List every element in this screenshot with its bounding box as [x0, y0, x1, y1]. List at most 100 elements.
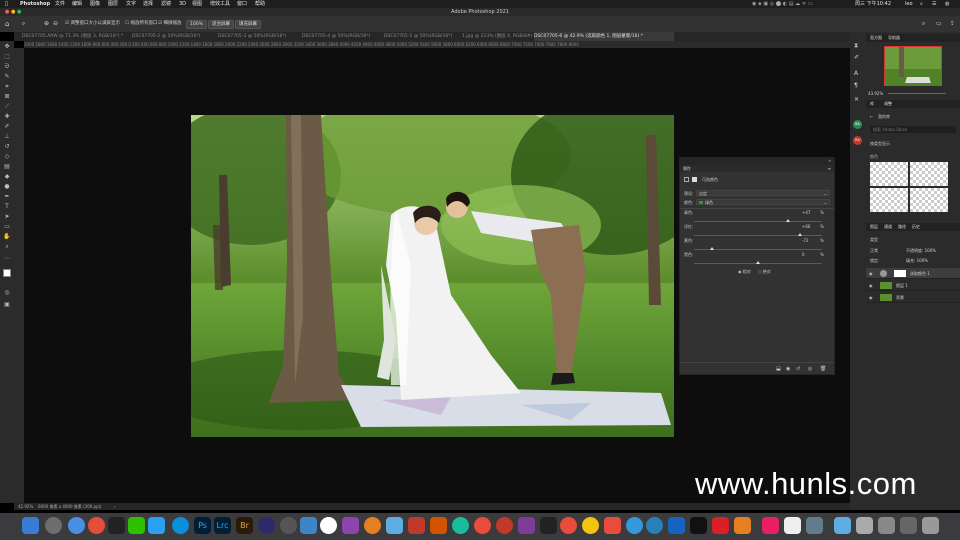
tab-layers[interactable]: 图层: [870, 223, 878, 231]
marquee-tool-icon[interactable]: ⬚: [3, 53, 11, 61]
menu-plugins[interactable]: 增效工具: [210, 0, 230, 8]
bridge-icon[interactable]: Br: [236, 517, 253, 534]
chevron-right-icon[interactable]: ›: [114, 503, 116, 510]
tab-histogram[interactable]: 直方图: [870, 34, 882, 42]
menu-3d[interactable]: 3D: [179, 0, 186, 8]
status-zoom[interactable]: 42.92%: [18, 503, 33, 510]
tab-adjustments[interactable]: 调整: [884, 100, 892, 108]
cyan-slider[interactable]: [694, 219, 822, 222]
delete-icon[interactable]: 🗑: [820, 363, 826, 375]
app-icon-17[interactable]: [690, 517, 707, 534]
scrubby-zoom-checkbox[interactable]: ☑ 细微缩放: [158, 16, 181, 32]
eyedropper-tool-icon[interactable]: ⟋: [3, 103, 11, 111]
zoom-100-button[interactable]: 100%: [186, 20, 207, 29]
fill-field[interactable]: 填充: 100%: [906, 258, 928, 264]
magenta-value[interactable]: +66: [802, 224, 810, 229]
trash-icon[interactable]: [922, 517, 939, 534]
spotlight-icon[interactable]: ⌕: [920, 0, 923, 8]
navigator-thumbnail[interactable]: [884, 46, 942, 86]
davinci-icon[interactable]: [280, 517, 297, 534]
frame-tool-icon[interactable]: ⊠: [3, 93, 11, 101]
user-name[interactable]: leo: [905, 0, 913, 8]
stamp-tool-icon[interactable]: ⊥: [3, 133, 11, 141]
app-icon-9[interactable]: [496, 517, 513, 534]
photoshop-icon[interactable]: Ps: [194, 517, 211, 534]
panel-menu-icon[interactable]: ≡: [828, 165, 831, 172]
type-tool-icon[interactable]: T: [3, 203, 11, 211]
finder-icon[interactable]: [22, 517, 39, 534]
app-icon-14[interactable]: [626, 517, 643, 534]
layer-name[interactable]: 图层 1: [896, 280, 908, 291]
zoom-tool-side-icon[interactable]: ⌕: [3, 243, 11, 251]
reset-icon[interactable]: ↺: [796, 363, 800, 375]
browser-icon[interactable]: [172, 517, 189, 534]
quick-mask-icon[interactable]: ◎: [3, 289, 11, 297]
status-doc-info[interactable]: 6000 像素 x 4000 像素 (300 ppi): [38, 503, 101, 510]
app-icon-6[interactable]: [430, 517, 447, 534]
tab-doc-active[interactable]: DSC07705-6 @ 42.9% (选取颜色 1, 图层蒙版/16) *: [534, 32, 674, 41]
zoom-in-icon[interactable]: ⊕: [44, 16, 49, 32]
navigator-zoom[interactable]: 43.92%: [868, 91, 883, 96]
app-icon-11[interactable]: [540, 517, 557, 534]
tools-panel-icon[interactable]: ✕: [854, 96, 859, 103]
app-icon-2[interactable]: [320, 517, 337, 534]
share-icon[interactable]: ⇪: [950, 16, 955, 32]
black-slider-knob[interactable]: [756, 261, 760, 264]
character-panel-icon[interactable]: A: [854, 70, 858, 77]
menu-image[interactable]: 图像: [90, 0, 100, 8]
eraser-tool-icon[interactable]: ◇: [3, 153, 11, 161]
history-panel-icon[interactable]: ⧗: [854, 42, 858, 50]
colors-select[interactable]: 绿色 ⌄: [696, 199, 830, 205]
yellow-slider[interactable]: [694, 247, 822, 250]
app-icon-19[interactable]: [762, 517, 779, 534]
zoom-window-icon[interactable]: ●: [17, 8, 21, 16]
stack-icon-3[interactable]: [900, 517, 917, 534]
menu-help[interactable]: 帮助: [255, 0, 265, 8]
onepassword-icon[interactable]: [258, 517, 275, 534]
qq-icon[interactable]: [108, 517, 125, 534]
plugin-ra-icon[interactable]: RA: [853, 136, 862, 145]
blend-mode-select[interactable]: 正常: [870, 248, 878, 254]
hand-tool-icon[interactable]: ✋: [3, 233, 11, 241]
preview-icon[interactable]: [784, 517, 801, 534]
tab-libraries[interactable]: 库: [870, 100, 874, 108]
app-icon-10[interactable]: [518, 517, 535, 534]
app-icon-20[interactable]: [806, 517, 823, 534]
app-icon-8[interactable]: [474, 517, 491, 534]
app-icon-3[interactable]: [342, 517, 359, 534]
paragraph-panel-icon[interactable]: ¶: [854, 82, 858, 89]
more-tools-icon[interactable]: ⋯: [3, 255, 11, 263]
cyan-slider-knob[interactable]: [786, 219, 791, 222]
siri-icon[interactable]: ◍: [945, 0, 949, 8]
view-previous-icon[interactable]: ◉: [786, 363, 790, 375]
yellow-slider-knob[interactable]: [709, 247, 714, 250]
tab-channels[interactable]: 通道: [884, 223, 892, 231]
brush-panel-icon[interactable]: ✐: [854, 54, 859, 61]
lasso-tool-icon[interactable]: ᘐ: [3, 63, 11, 71]
menu-select[interactable]: 选择: [143, 0, 153, 8]
search-icon[interactable]: ⌕: [922, 16, 925, 32]
stack-icon-1[interactable]: [856, 517, 873, 534]
final-cut-icon[interactable]: [408, 517, 425, 534]
workspace-icon[interactable]: ▭: [936, 16, 942, 32]
path-select-tool-icon[interactable]: ➤: [3, 213, 11, 221]
brush-tool-icon[interactable]: ✐: [3, 123, 11, 131]
app-icon-15[interactable]: [646, 517, 663, 534]
library-item[interactable]: [910, 162, 948, 186]
close-window-icon[interactable]: ●: [5, 8, 9, 16]
menu-view[interactable]: 视图: [192, 0, 202, 8]
tab-doc-5[interactable]: DSC07705-5 @ 50%(RGB/16*): [384, 32, 460, 41]
back-arrow-icon[interactable]: ←: [870, 114, 873, 119]
menu-filter[interactable]: 滤镜: [161, 0, 171, 8]
screen-mode-icon[interactable]: ▣: [3, 301, 11, 309]
launchpad-icon[interactable]: [45, 517, 62, 534]
downloads-folder-icon[interactable]: [834, 517, 851, 534]
creative-cloud-icon[interactable]: [712, 517, 729, 534]
tab-doc-2[interactable]: DSC07705-2 @ 50%(RGB/16*): [132, 32, 216, 41]
library-item[interactable]: [870, 188, 908, 212]
eye-icon[interactable]: ◉: [869, 292, 873, 303]
eye-icon[interactable]: ◉: [869, 268, 873, 279]
magenta-slider-knob[interactable]: [798, 233, 803, 236]
app-icon-16[interactable]: [668, 517, 685, 534]
crop-tool-icon[interactable]: ⌗: [3, 83, 11, 91]
